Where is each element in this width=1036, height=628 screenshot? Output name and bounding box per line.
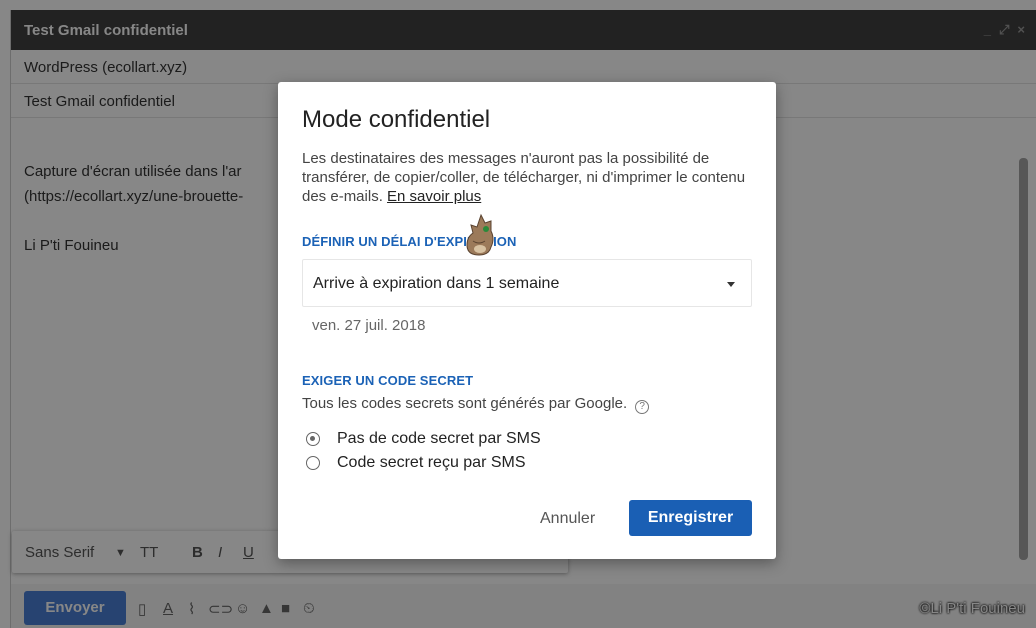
description-text: Les destinataires des messages n'auront … (302, 150, 746, 205)
radio-button-selected[interactable] (306, 432, 320, 446)
expiration-value: Arrive à expiration dans 1 semaine (313, 275, 560, 292)
dropdown-caret-icon (727, 282, 735, 287)
passcode-hint: Tous les codes secrets sont générés par … (302, 395, 650, 414)
passcode-hint-text: Tous les codes secrets sont générés par … (302, 395, 628, 412)
dialog-title: Mode confidentiel (302, 106, 491, 133)
radio-button[interactable] (306, 456, 320, 470)
passcode-section-title: EXIGER UN CODE SECRET (302, 373, 474, 388)
help-icon[interactable]: ? (635, 400, 650, 414)
cancel-button[interactable]: Annuler (540, 510, 595, 528)
radio-label: Code secret reçu par SMS (337, 454, 526, 471)
expiration-date: ven. 27 juil. 2018 (312, 317, 426, 334)
radio-label: Pas de code secret par SMS (337, 430, 541, 447)
expiration-select[interactable]: Arrive à expiration dans 1 semaine (302, 259, 752, 307)
cat-sticker-icon (466, 213, 494, 256)
confidential-mode-dialog: Mode confidentiel Les destinataires des … (278, 82, 776, 559)
save-button[interactable]: Enregistrer (629, 500, 752, 536)
learn-more-link[interactable]: En savoir plus (387, 188, 481, 205)
dialog-description: Les destinataires des messages n'auront … (302, 149, 762, 206)
